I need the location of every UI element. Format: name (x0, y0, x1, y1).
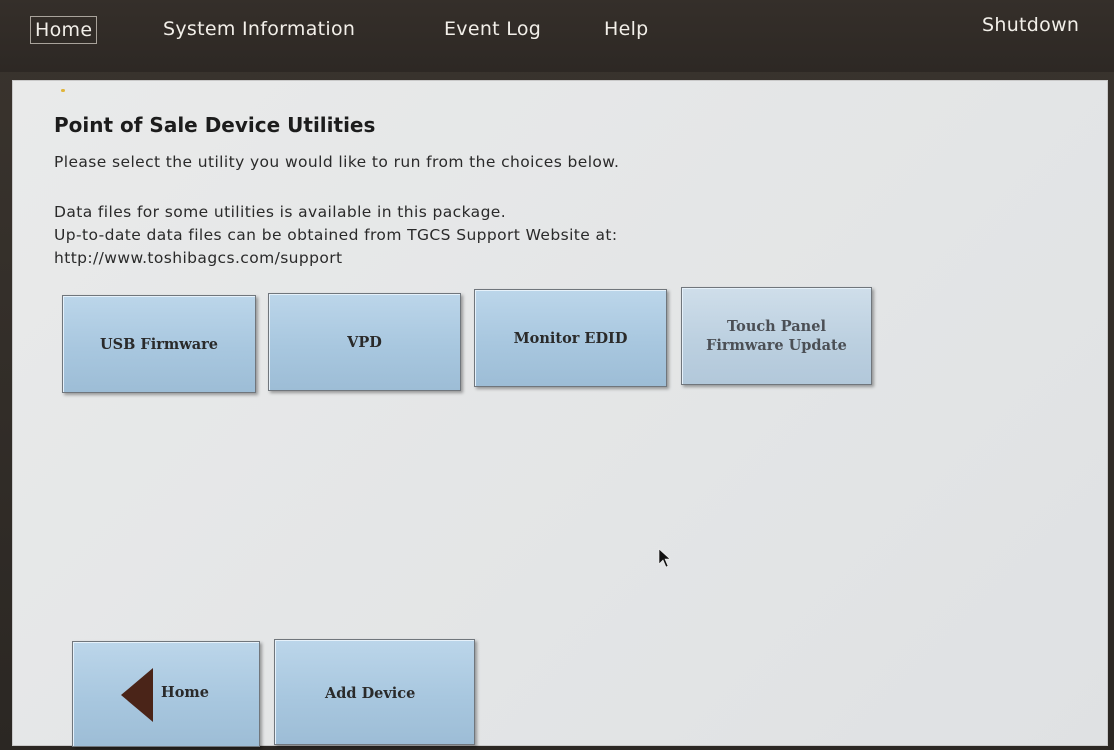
add-device-label: Add Device (325, 685, 416, 702)
add-device-button[interactable]: Add Device (274, 639, 475, 745)
instruction-text: Please select the utility you would like… (54, 153, 620, 171)
info-text-line-2: Up-to-date data files can be obtained fr… (54, 226, 618, 244)
support-url: http://www.toshibagcs.com/support (54, 249, 343, 267)
main-panel: Point of Sale Device Utilities Please se… (12, 80, 1108, 747)
menu-shutdown[interactable]: Shutdown (982, 14, 1079, 36)
menu-event-log-label: Event Log (444, 18, 542, 40)
monitor-edid-button[interactable]: Monitor EDID (474, 289, 667, 387)
screen-speck (61, 89, 65, 92)
menu-system-information-label: System Information (163, 18, 356, 40)
usb-firmware-label: USB Firmware (100, 335, 218, 353)
info-text-line-1: Data files for some utilities is availab… (54, 203, 507, 221)
home-nav-label: Home (161, 684, 209, 701)
menu-help-label: Help (604, 18, 649, 40)
touch-panel-firmware-update-button[interactable]: Touch Panel Firmware Update (681, 287, 872, 385)
vpd-button[interactable]: VPD (268, 293, 461, 391)
menu-home[interactable]: Home (30, 16, 98, 44)
touch-panel-label-line-1: Touch Panel (727, 318, 826, 335)
menu-shutdown-label: Shutdown (982, 14, 1080, 36)
menu-home-label: Home (35, 19, 93, 41)
touch-panel-firmware-update-label: Touch Panel Firmware Update (706, 317, 847, 355)
menu-help[interactable]: Help (604, 18, 649, 40)
page-title: Point of Sale Device Utilities (54, 113, 376, 137)
menu-bar: Home System Information Event Log Help S… (0, 0, 1114, 72)
screen: Home System Information Event Log Help S… (0, 0, 1114, 750)
usb-firmware-button[interactable]: USB Firmware (62, 295, 256, 393)
back-arrow-icon (121, 668, 153, 722)
menu-event-log[interactable]: Event Log (444, 18, 541, 40)
menu-system-information[interactable]: System Information (163, 18, 355, 40)
monitor-edid-label: Monitor EDID (513, 329, 628, 347)
vpd-label: VPD (347, 333, 382, 351)
home-nav-button[interactable]: Home (72, 641, 260, 747)
touch-panel-label-line-2: Firmware Update (706, 337, 847, 354)
mouse-pointer-icon (658, 548, 671, 568)
